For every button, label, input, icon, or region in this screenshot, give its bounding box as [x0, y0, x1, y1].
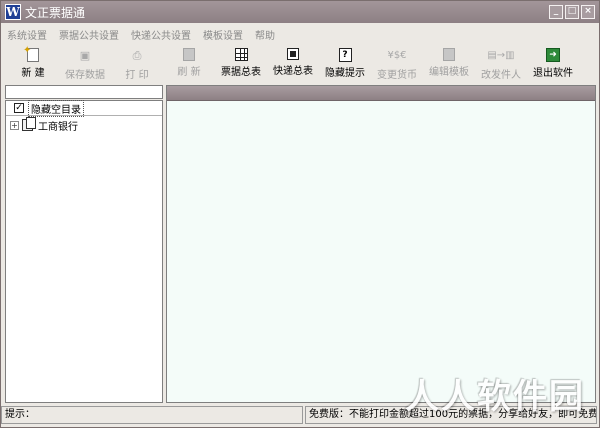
exit-button[interactable]: ➜ 退出软件	[527, 44, 579, 79]
watermark-logo: 人人软件园	[405, 377, 585, 417]
express-table-icon	[287, 48, 299, 60]
refresh-icon	[183, 48, 195, 61]
folder-documents-icon	[22, 117, 36, 131]
edit-template-icon	[443, 48, 455, 61]
minimize-button[interactable]: _	[549, 5, 563, 19]
menu-invoice-settings[interactable]: 票据公共设置	[59, 27, 119, 42]
content-header	[167, 86, 595, 101]
print-label: 打 印	[125, 70, 149, 81]
tree-item-label: 工商银行	[38, 121, 78, 133]
menu-help[interactable]: 帮助	[255, 27, 275, 42]
menu-template-settings[interactable]: 模板设置	[203, 27, 243, 42]
refresh-label: 刷 新	[177, 67, 201, 78]
change-sender-label: 改发件人	[481, 70, 521, 81]
change-currency-label: 变更货币	[377, 70, 417, 81]
tree-expander[interactable]: +	[10, 120, 19, 130]
close-button[interactable]: ×	[581, 5, 595, 19]
maximize-button[interactable]: □	[565, 5, 579, 19]
exit-icon: ➜	[546, 48, 560, 62]
hide-empty-row[interactable]: ✓ 隐藏空目录	[6, 99, 162, 117]
hide-tips-label: 隐藏提示	[325, 68, 365, 79]
menu-express-settings[interactable]: 快递公共设置	[131, 27, 191, 42]
currency-icon: ¥$€	[387, 50, 407, 61]
refresh-button[interactable]: 刷 新	[163, 44, 215, 78]
print-icon: ⎙	[132, 49, 142, 62]
hide-empty-checkbox[interactable]: ✓	[14, 103, 24, 113]
tree-item-icbc[interactable]: + 工商银行	[6, 117, 162, 133]
app-window: W 文正票据通 _ □ × 系统设置 票据公共设置 快递公共设置 模板设置 帮助…	[0, 0, 600, 428]
express-table-button[interactable]: 快递总表	[267, 44, 319, 77]
filter-input[interactable]	[5, 85, 163, 99]
title-bar[interactable]: W 文正票据通 _ □ ×	[1, 1, 599, 23]
status-hint: 提示：	[1, 406, 303, 424]
left-pane: ✓ 隐藏空目录 + 工商银行	[5, 85, 163, 403]
edit-template-label: 编辑模板	[429, 67, 469, 78]
exit-label: 退出软件	[533, 68, 573, 79]
toolbar: 新 建 ▣ 保存数据 ⎙ 打 印 刷 新 票据总表 快递总表 ? 隐藏提示 ¥$…	[1, 43, 599, 84]
window-controls: _ □ ×	[549, 5, 595, 19]
invoice-table-button[interactable]: 票据总表	[215, 44, 267, 78]
change-sender-icon: ▤→▥	[487, 50, 515, 61]
edit-template-button[interactable]: 编辑模板	[423, 44, 475, 78]
express-table-label: 快递总表	[273, 66, 313, 77]
print-button[interactable]: ⎙ 打 印	[111, 44, 163, 81]
save-icon: ▣	[79, 49, 91, 62]
menu-bar: 系统设置 票据公共设置 快递公共设置 模板设置 帮助	[1, 25, 599, 43]
invoice-table-label: 票据总表	[221, 67, 261, 78]
new-button[interactable]: 新 建	[7, 43, 59, 79]
help-tip-icon: ?	[338, 48, 352, 62]
save-data-label: 保存数据	[65, 70, 105, 81]
hide-empty-label: 隐藏空目录	[28, 99, 84, 117]
new-document-icon	[23, 43, 39, 62]
menu-system-settings[interactable]: 系统设置	[7, 27, 47, 42]
change-sender-button[interactable]: ▤→▥ 改发件人	[475, 44, 527, 81]
app-logo-icon: W	[5, 4, 21, 20]
hide-tips-button[interactable]: ? 隐藏提示	[319, 44, 371, 79]
content-pane	[166, 85, 596, 403]
change-currency-button[interactable]: ¥$€ 变更货币	[371, 44, 423, 81]
grid-table-icon	[234, 48, 248, 61]
save-data-button[interactable]: ▣ 保存数据	[59, 44, 111, 81]
category-tree: ✓ 隐藏空目录 + 工商银行	[5, 99, 163, 403]
new-button-label: 新 建	[21, 68, 45, 79]
window-title: 文正票据通	[25, 5, 86, 20]
